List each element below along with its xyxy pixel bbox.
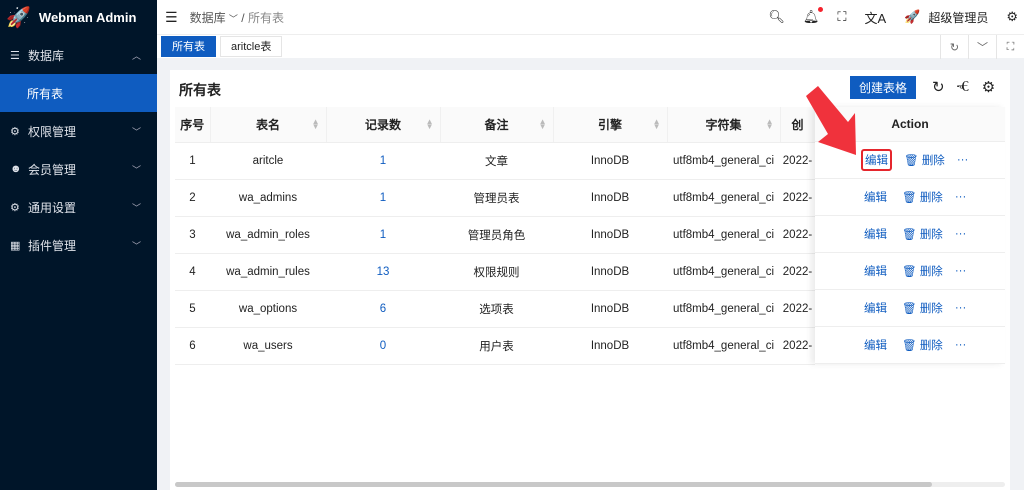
red-arrow-annotation <box>806 86 856 155</box>
